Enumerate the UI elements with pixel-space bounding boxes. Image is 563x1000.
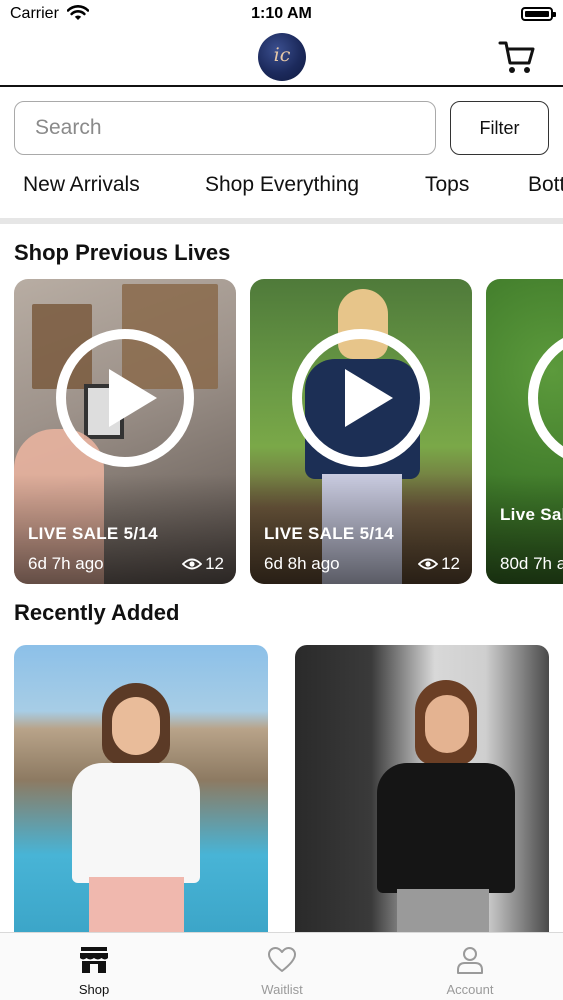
previous-lives-carousel[interactable]: LIVE SALE 5/14 6d 7h ago 12 LIVE SALE 5/… (0, 279, 563, 584)
cart-icon[interactable] (498, 40, 536, 76)
battery-icon (521, 7, 556, 21)
live-time-ago: 6d 8h ago (264, 554, 340, 573)
previous-lives-title: Shop Previous Lives (14, 240, 231, 265)
search-input[interactable] (14, 101, 436, 155)
tab-shop[interactable]: Shop (0, 933, 188, 1000)
clock: 1:10 AM (251, 5, 312, 22)
view-count: 12 (418, 554, 460, 574)
brand-logo[interactable]: ic (258, 33, 306, 81)
logo-text: ic (273, 44, 291, 66)
live-time-ago: 6d 7h ago (28, 554, 104, 573)
tab-account[interactable]: Account (376, 933, 563, 1000)
heart-icon (268, 947, 296, 972)
recently-added-carousel[interactable] (0, 645, 563, 932)
person-icon (457, 947, 483, 974)
tab-bar: Shop Waitlist Account (0, 932, 563, 1000)
category-shop-everything[interactable]: Shop Everything (205, 173, 359, 197)
store-icon (80, 947, 108, 973)
eye-icon (182, 558, 203, 570)
tab-waitlist[interactable]: Waitlist (188, 933, 376, 1000)
play-icon[interactable] (292, 329, 430, 467)
live-card[interactable]: LIVE SALE 5/14 6d 8h ago 12 (250, 279, 472, 584)
view-count-value: 12 (205, 554, 224, 573)
section-divider (0, 218, 563, 224)
eye-icon (418, 558, 439, 570)
tab-label-waitlist: Waitlist (261, 982, 303, 997)
view-count: 12 (182, 554, 224, 574)
live-title: LIVE SALE 5/14 (264, 524, 394, 543)
live-time-ago: 80d 7h ago (500, 554, 563, 573)
play-icon[interactable] (56, 329, 194, 467)
tab-label-account: Account (446, 982, 494, 997)
live-card[interactable]: Live Sale New Arrivals 80d 7h ago (486, 279, 563, 584)
category-tabs: New Arrivals Shop Everything Tops Bottom… (0, 173, 563, 203)
live-card[interactable]: LIVE SALE 5/14 6d 7h ago 12 (14, 279, 236, 584)
status-bar: Carrier 1:10 AM (0, 0, 563, 30)
category-tops[interactable]: Tops (425, 173, 469, 197)
recently-added-title: Recently Added (14, 600, 180, 625)
app-header: ic (0, 30, 563, 87)
product-card[interactable] (14, 645, 268, 932)
category-new-arrivals[interactable]: New Arrivals (23, 173, 140, 197)
view-count-value: 12 (441, 554, 460, 573)
tab-label-shop: Shop (78, 982, 110, 997)
live-title: LIVE SALE 5/14 (28, 524, 158, 543)
category-bottoms[interactable]: Bottoms (528, 173, 563, 197)
product-card[interactable] (295, 645, 549, 932)
filter-button[interactable]: Filter (450, 101, 549, 155)
live-title: Live Sale New Arrivals (500, 505, 563, 524)
